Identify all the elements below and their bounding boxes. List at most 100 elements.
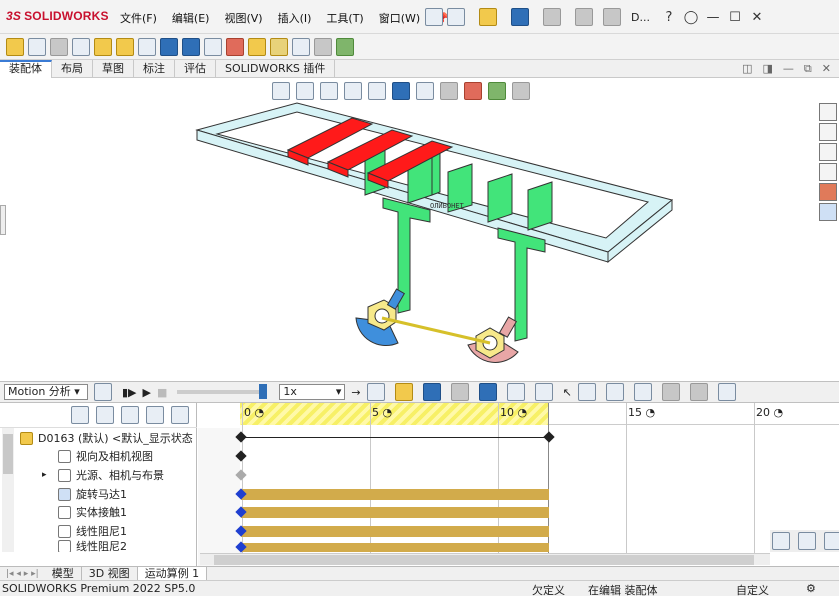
view-palette-icon[interactable] [819,163,837,181]
view-minimize-icon[interactable]: — [783,62,794,75]
calculate-icon[interactable] [94,383,112,401]
home-icon[interactable] [425,8,443,26]
dynamic-annotation-icon[interactable] [368,82,386,100]
tree-item-damper1[interactable]: 线性阻尼1 [58,522,127,540]
tree-item-motor[interactable]: 旋转马达1 [58,485,127,503]
damper1-bar[interactable] [241,526,549,537]
damper-tool-icon[interactable] [534,383,553,401]
print-icon[interactable] [543,8,561,26]
menu-tools[interactable]: 工具(T) [326,10,363,26]
previous-view-icon[interactable] [320,82,338,100]
tab-3d-view[interactable]: 3D 视图 [82,566,138,581]
stop-icon[interactable]: ■ [157,386,167,399]
save-animation-icon[interactable] [366,383,385,401]
motor-icon[interactable] [478,383,497,401]
filter-driving-icon[interactable] [96,406,114,424]
tab-addins[interactable]: SOLIDWORKS 插件 [216,59,336,78]
collapse-motion-manager-icon[interactable] [717,383,736,401]
help-icon[interactable]: ? [658,10,680,25]
zoom-to-fit-timeline-icon[interactable] [824,532,839,550]
instant3d-icon[interactable] [270,37,288,56]
autokey-icon[interactable] [422,383,441,401]
move-component-icon[interactable] [116,37,134,56]
menu-file[interactable]: 文件(F) [120,10,157,26]
undo-icon[interactable] [575,8,593,26]
tab-assembly[interactable]: 装配体 [0,59,52,78]
simulation-setup-icon[interactable] [689,383,708,401]
solidworks-logo[interactable]: 3S SOLIDWORKS [6,9,109,23]
spring-icon[interactable] [506,383,525,401]
zoom-out-icon[interactable] [798,532,816,550]
left-panel-toggle-icon[interactable] [0,205,6,235]
edit-appearance-icon[interactable] [464,82,482,100]
collapse-left-icon[interactable]: ◫ [742,62,752,75]
autofit-icon[interactable] [171,406,189,424]
snapshot-icon[interactable] [314,37,332,56]
view-close-icon[interactable]: ✕ [822,62,831,75]
contact-tool-icon[interactable] [577,383,596,401]
filter-results-icon[interactable] [146,406,164,424]
tab-sketch[interactable]: 草图 [93,59,134,78]
update-speedpak-icon[interactable] [292,37,310,56]
timeline-scrollbar[interactable] [200,553,770,565]
view-orientation-icon[interactable] [392,82,410,100]
tab-layout[interactable]: 布局 [52,59,93,78]
tree-item-damper2[interactable]: 线性阻尼2 [58,540,127,552]
appearances-icon[interactable] [819,183,837,201]
tab-model[interactable]: 模型 [45,566,82,581]
study-type-select[interactable]: Motion 分析 ▾ [4,384,88,400]
play-from-start-icon[interactable]: ▮▶ [122,386,137,399]
graphics-area[interactable]: ОЛИБОНЕТ [0,78,839,381]
study-properties-icon[interactable] [661,383,680,401]
section-view-icon[interactable] [344,82,362,100]
close-icon[interactable]: ✕ [746,10,768,25]
linear-pattern-icon[interactable] [72,37,90,56]
filter-selected-icon[interactable] [121,406,139,424]
custom-properties-icon[interactable] [819,203,837,221]
apply-scene-icon[interactable] [488,82,506,100]
menu-edit[interactable]: 编辑(E) [172,10,210,26]
playback-mode-icon[interactable]: → [351,386,360,399]
damper2-bar[interactable] [241,543,549,552]
play-icon[interactable]: ▶ [143,386,151,399]
status-options-icon[interactable]: ⚙ [806,582,816,595]
zoom-to-fit-icon[interactable] [272,82,290,100]
file-explorer-icon[interactable] [819,143,837,161]
contact-bar[interactable] [241,507,549,518]
tab-markup[interactable]: 标注 [134,59,175,78]
view-settings-icon[interactable] [512,82,530,100]
tab-evaluate[interactable]: 评估 [175,59,216,78]
hide-show-items-icon[interactable] [440,82,458,100]
gravity-icon[interactable] [605,383,624,401]
open-folder-icon[interactable] [479,8,497,26]
save-icon[interactable] [511,8,529,26]
minimize-icon[interactable]: — [702,10,724,25]
user-icon[interactable]: ◯ [680,10,702,25]
large-assembly-icon[interactable] [336,37,354,56]
tree-item-contact[interactable]: 实体接触1 [58,503,127,521]
redo-icon[interactable] [603,8,621,26]
mate-icon[interactable] [28,37,46,56]
tree-scrollbar[interactable] [2,428,14,552]
force-icon[interactable]: ↖ [563,386,572,399]
new-document-icon[interactable] [447,8,465,26]
playback-speed-select[interactable]: 1x ▾ [279,384,346,400]
show-hidden-icon[interactable] [138,37,156,56]
tab-motion-study[interactable]: 运动算例 1 [137,566,208,581]
exploded-view-icon[interactable] [248,37,266,56]
bill-of-materials-icon[interactable] [226,37,244,56]
solidworks-resources-icon[interactable] [819,103,837,121]
reference-geometry-icon[interactable] [182,37,200,56]
view-tile-icon[interactable]: ⧉ [804,62,812,76]
zoom-in-icon[interactable] [772,532,790,550]
new-motion-study-icon[interactable] [204,37,222,56]
add-key-icon[interactable] [450,383,469,401]
display-style-icon[interactable] [416,82,434,100]
assembly-features-icon[interactable] [160,37,178,56]
zoom-to-area-icon[interactable] [296,82,314,100]
component-preview-icon[interactable] [50,37,68,56]
filter-animated-icon[interactable] [71,406,89,424]
playback-slider[interactable] [177,384,268,399]
tree-root[interactable]: ▾ D0163 (默认) <默认_显示状态 [8,429,193,447]
design-library-icon[interactable] [819,123,837,141]
